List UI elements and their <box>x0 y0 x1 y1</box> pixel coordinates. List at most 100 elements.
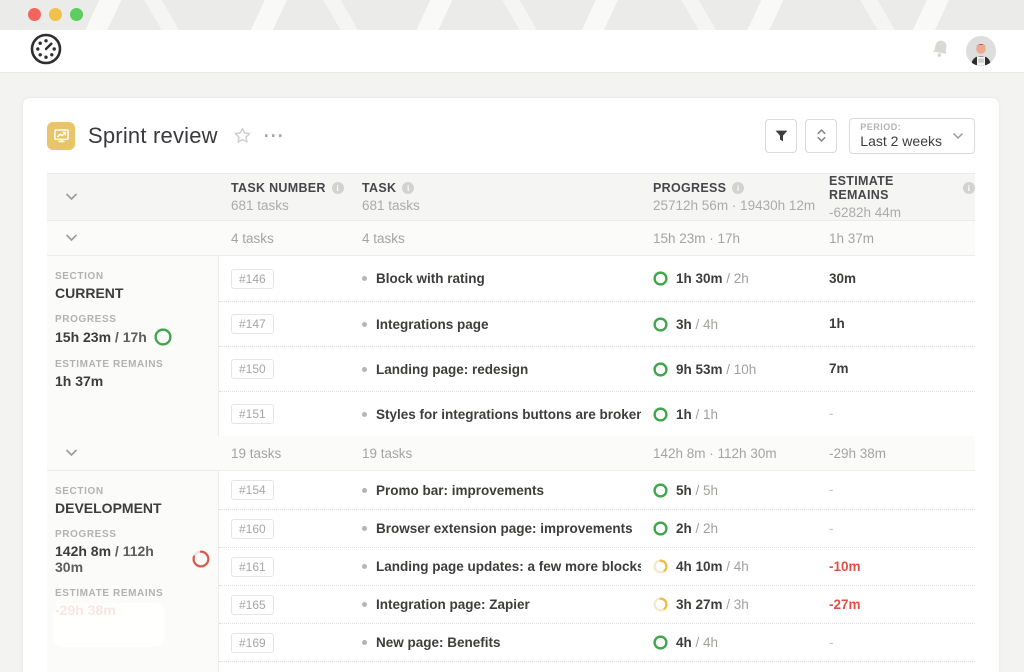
section-summary-row: 4 tasks 4 tasks 15h 23m · 17h 1h 37m <box>47 221 975 256</box>
section-progress-value: 15h 23m / 17h <box>55 328 210 346</box>
task-rows: #154 Promo bar: improvements 5h / 5h - #… <box>219 471 975 672</box>
task-title: Integration page: Zapier <box>376 597 530 612</box>
report-header: Sprint review ··· <box>23 98 999 173</box>
progress-done: 3h <box>676 317 692 332</box>
summary-progress: 142h 8m · 112h 30m <box>641 446 817 461</box>
table-row[interactable]: New… -2h <box>219 661 975 672</box>
progress-total: / 10h <box>723 362 757 377</box>
task-title: Promo bar: improvements <box>376 483 544 498</box>
section-estimate-remains: 1h 37m <box>55 373 210 389</box>
progress-done: 4h <box>676 635 692 650</box>
highlight-patch <box>53 603 165 647</box>
info-icon[interactable] <box>332 182 344 194</box>
close-window-button[interactable] <box>28 8 41 21</box>
task-title: Landing page updates: a few more blocks <box>376 559 641 574</box>
monitor-chart-icon <box>47 122 75 150</box>
column-subtotal: 25712h 56m · 19430h 12m <box>653 198 817 213</box>
period-dropdown[interactable]: PERIOD: Last 2 weeks <box>849 118 975 154</box>
table-row[interactable]: #146 Block with rating 1h 30m / 2h 30m <box>219 256 975 301</box>
summary-estimate-remains: -29h 38m <box>817 446 975 461</box>
estimate-remains-value: 30m <box>829 271 856 286</box>
column-header-estimate-remains: ESTIMATE REMAINS -6282h 44m <box>817 174 975 220</box>
table-row[interactable]: #165 Integration page: Zapier 3h 27m / 3… <box>219 585 975 623</box>
table-row[interactable]: #160 Browser extension page: improvement… <box>219 509 975 547</box>
bullet-icon <box>362 276 367 281</box>
summary-task-count: 4 tasks <box>219 231 354 246</box>
progress-done: 142h 8m <box>55 543 111 559</box>
app-logo dial-gauge-icon[interactable] <box>28 31 64 72</box>
task-title: Browser extension page: improvements <box>376 521 633 536</box>
ellipsis-icon[interactable]: ··· <box>264 131 285 141</box>
chevron-down-icon <box>65 234 78 242</box>
collapse-all-chevron[interactable] <box>47 193 219 201</box>
table-row[interactable]: #154 Promo bar: improvements 5h / 5h - <box>219 471 975 509</box>
table-row[interactable]: #147 Integrations page 3h / 4h 1h <box>219 301 975 346</box>
estimate-remains-value: -27m <box>829 597 861 612</box>
column-header-task: TASK 681 tasks <box>354 181 641 213</box>
section-name: DEVELOPMENT <box>55 500 210 516</box>
column-subtotal: 681 tasks <box>231 198 354 213</box>
progress-ring-yellow <box>653 597 668 612</box>
progress-total: / 4h <box>723 559 749 574</box>
task-number-badge: #169 <box>231 633 274 653</box>
section-collapse-chevron[interactable] <box>47 234 219 242</box>
progress-total: / 1h <box>692 407 718 422</box>
progress-label: PROGRESS <box>55 529 210 540</box>
table-row[interactable]: #151 Styles for integrations buttons are… <box>219 391 975 436</box>
section-body: SECTION CURRENT PROGRESS 15h 23m / 17h E… <box>47 256 975 436</box>
bullet-icon <box>362 602 367 607</box>
table-row[interactable]: #169 New page: Benefits 4h / 4h - <box>219 623 975 661</box>
table-header-row: TASK NUMBER 681 tasks TASK 681 tasks PRO… <box>47 173 975 221</box>
table-row[interactable]: #161 Landing page updates: a few more bl… <box>219 547 975 585</box>
column-header-progress: PROGRESS 25712h 56m · 19430h 12m <box>641 181 817 213</box>
progress-done: 15h 23m <box>55 329 111 345</box>
bullet-icon <box>362 367 367 372</box>
bullet-icon <box>362 322 367 327</box>
task-number-badge: #146 <box>231 269 274 289</box>
task-number-badge: #154 <box>231 480 274 500</box>
progress-done: 1h <box>676 407 692 422</box>
estimate-remains-value: - <box>829 482 834 497</box>
summary-task-count: 4 tasks <box>354 231 641 246</box>
summary-progress: 15h 23m · 17h <box>641 231 817 246</box>
task-number-badge: #150 <box>231 359 274 379</box>
section-label: SECTION <box>55 486 210 497</box>
chevron-down-icon <box>65 449 78 457</box>
section-collapse-chevron[interactable] <box>47 449 219 457</box>
progress-ring-green <box>653 521 668 536</box>
task-title: Landing page: redesign <box>376 362 528 377</box>
progress-ring-green <box>653 317 668 332</box>
progress-total: / 4h <box>692 635 718 650</box>
task-number-badge: #161 <box>231 557 274 577</box>
chevron-down-icon <box>952 132 964 140</box>
progress-ring-green <box>653 362 668 377</box>
user-avatar[interactable] <box>966 36 996 66</box>
column-subtotal: 681 tasks <box>362 198 641 213</box>
report-card: Sprint review ··· <box>22 97 1000 672</box>
table-row[interactable]: #150 Landing page: redesign 9h 53m / 10h… <box>219 346 975 391</box>
period-label: PERIOD: <box>860 122 942 132</box>
task-title: Block with rating <box>376 271 485 286</box>
bullet-icon <box>362 564 367 569</box>
funnel-icon <box>775 130 788 142</box>
info-icon[interactable] <box>732 182 744 194</box>
chevron-down-icon <box>65 193 78 201</box>
section-name: CURRENT <box>55 285 210 301</box>
page-title: Sprint review <box>88 123 218 149</box>
column-header-task-number: TASK NUMBER 681 tasks <box>219 181 354 213</box>
sort-button[interactable] <box>805 119 837 153</box>
progress-total: / 5h <box>692 483 718 498</box>
bell-icon[interactable] <box>931 39 950 63</box>
zoom-window-button[interactable] <box>70 8 83 21</box>
task-title: Styles for integrations buttons are brok… <box>376 407 641 422</box>
progress-total: / 17h <box>111 329 147 345</box>
section-body: SECTION DEVELOPMENT PROGRESS 142h 8m / 1… <box>47 471 975 672</box>
filter-button[interactable] <box>765 119 797 153</box>
info-icon[interactable] <box>963 182 975 194</box>
progress-done: 9h 53m <box>676 362 723 377</box>
minimize-window-button[interactable] <box>49 8 62 21</box>
info-icon[interactable] <box>402 182 414 194</box>
star-icon[interactable] <box>233 126 252 145</box>
progress-ring-yellow <box>653 559 668 574</box>
section-summary-row: 19 tasks 19 tasks 142h 8m · 112h 30m -29… <box>47 436 975 471</box>
